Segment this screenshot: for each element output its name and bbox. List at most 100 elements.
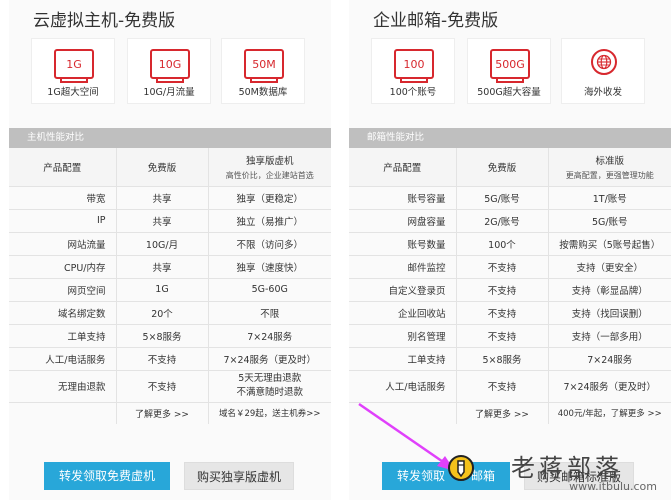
row-label: 工单支持 (9, 324, 117, 348)
standard-value: 支持（一部多用） (548, 324, 671, 348)
row-label: 别名管理 (349, 324, 457, 348)
mail-comparison-table: 产品配置 免费版 标准版 更高配置，更强管理功能 账号容量 5G/账号 1T/账号 网… (349, 148, 671, 424)
virtual-host-panel: 云虚拟主机-免费版 1G 1G超大空间 10G 10G/月流量 50M 50M数… (9, 0, 331, 500)
table-header-row: 产品配置 免费版 标准版 更高配置，更强管理功能 (349, 148, 671, 187)
row-label: 企业回收站 (349, 301, 457, 325)
table-row: 网页空间 1G 5G-60G (9, 278, 331, 302)
free-value: 10G/月 (116, 232, 209, 256)
row-label: 网页空间 (9, 278, 117, 302)
column-header: 产品配置 (9, 148, 117, 187)
standard-value: 按需购买（5账号起售） (548, 232, 671, 256)
table-row: 网站流量 10G/月 不限（访问多） (9, 232, 331, 256)
table-row: 人工/电话服务 不支持 7×24服务（更及时） (349, 370, 671, 403)
row-label: IP (9, 209, 117, 233)
premium-value: 不限 (208, 301, 331, 325)
table-row: 域名绑定数 20个 不限 (9, 301, 331, 325)
row-label: 自定义登录页 (349, 278, 457, 302)
premium-value: 5G-60G (208, 278, 331, 302)
watermark-brand: 老蒋部落 (511, 454, 623, 482)
host-comparison-table: 产品配置 免费版 独享版虚机 高性价比，企业建站首选 带宽 共享 独享（更稳定） IP… (9, 148, 331, 424)
learn-more-link[interactable]: 了解更多 >> (456, 402, 549, 424)
feature-card-capacity: 500G 500G超大容量 (467, 38, 551, 104)
storage-icon: 1G (54, 49, 94, 83)
standard-value: 支持（更安全） (548, 255, 671, 279)
row-label: 人工/电话服务 (9, 347, 117, 371)
free-value: 不支持 (116, 347, 209, 371)
pencil-cursor-icon (448, 455, 474, 481)
standard-value: 7×24服务（更及时） (548, 370, 671, 403)
table-row: CPU/内存 共享 独享（速度快） (9, 255, 331, 279)
table-row: 带宽 共享 独享（更稳定） (9, 186, 331, 210)
table-row: 自定义登录页 不支持 支持（彰显品牌） (349, 278, 671, 302)
row-label: 带宽 (9, 186, 117, 210)
premium-value: 7×24服务 (208, 324, 331, 348)
traffic-icon: 10G (150, 49, 190, 83)
row-label: 无理由退款 (9, 370, 117, 403)
free-value: 共享 (116, 209, 209, 233)
column-header: 独享版虚机 高性价比，企业建站首选 (208, 148, 331, 187)
refund-value: 5天无理由退款 不满意随时退款 (208, 370, 331, 403)
free-value: 不支持 (456, 278, 549, 302)
table-row: IP 共享 独立（易推广） (9, 209, 331, 233)
row-label: 账号容量 (349, 186, 457, 210)
feature-card-database: 50M 50M数据库 (221, 38, 305, 104)
premium-value: 不限（访问多） (208, 232, 331, 256)
standard-value: 7×24服务 (548, 347, 671, 371)
enterprise-mail-panel: 企业邮箱-免费版 100 100个账号 500G 500G超大容量 海外收发 邮… (349, 0, 671, 500)
mail-promo-link[interactable]: 400元/年起，了解更多 >> (548, 402, 671, 424)
get-free-mail-button[interactable]: 转发领取 邮箱 (382, 462, 510, 490)
free-value: 不支持 (456, 255, 549, 279)
table-row: 邮件监控 不支持 支持（更安全） (349, 255, 671, 279)
standard-value: 支持（找回误删） (548, 301, 671, 325)
table-row-refund: 无理由退款 不支持 5天无理由退款 不满意随时退款 (9, 370, 331, 403)
table-row: 企业回收站 不支持 支持（找回误删） (349, 301, 671, 325)
free-value: 100个 (456, 232, 549, 256)
feature-card-space: 1G 1G超大空间 (31, 38, 115, 104)
table-title: 邮箱性能对比 (349, 128, 671, 148)
table-footer-row: 了解更多 >> 域名￥29起，送主机券>> (9, 402, 331, 424)
buy-premium-host-button[interactable]: 购买独享版虚机 (184, 462, 294, 490)
table-row: 账号数量 100个 按需购买（5账号起售） (349, 232, 671, 256)
get-free-host-button[interactable]: 转发领取免费虚机 (44, 462, 170, 490)
feature-caption: 50M数据库 (238, 87, 288, 98)
row-label: 账号数量 (349, 232, 457, 256)
free-value: 1G (116, 278, 209, 302)
premium-value: 7×24服务（更及时） (208, 347, 331, 371)
table-row: 账号容量 5G/账号 1T/账号 (349, 186, 671, 210)
domain-promo-link[interactable]: 域名￥29起，送主机券>> (208, 402, 331, 424)
free-value: 不支持 (116, 370, 209, 403)
feature-caption: 1G超大空间 (47, 87, 99, 98)
free-value: 共享 (116, 255, 209, 279)
column-header-subtitle: 高性价比，企业建站首选 (225, 170, 314, 180)
free-value: 共享 (116, 186, 209, 210)
table-row: 人工/电话服务 不支持 7×24服务（更及时） (9, 347, 331, 371)
free-value: 5×8服务 (456, 347, 549, 371)
feature-caption: 100个账号 (389, 87, 437, 98)
feature-card-traffic: 10G 10G/月流量 (127, 38, 211, 104)
feature-card-accounts: 100 100个账号 (371, 38, 455, 104)
feature-caption: 海外收发 (583, 87, 622, 98)
accounts-icon: 100 (394, 49, 434, 83)
table-footer-row: 了解更多 >> 400元/年起，了解更多 >> (349, 402, 671, 424)
database-icon: 50M (244, 49, 284, 83)
panel-title: 企业邮箱-免费版 (373, 11, 499, 31)
standard-value: 1T/账号 (548, 186, 671, 210)
free-value: 5G/账号 (456, 186, 549, 210)
feature-caption: 500G超大容量 (477, 87, 541, 98)
row-label: 人工/电话服务 (349, 370, 457, 403)
table-row: 工单支持 5×8服务 7×24服务 (349, 347, 671, 371)
column-header: 免费版 (116, 148, 209, 187)
standard-value: 5G/账号 (548, 209, 671, 233)
premium-value: 独立（易推广） (208, 209, 331, 233)
table-row: 工单支持 5×8服务 7×24服务 (9, 324, 331, 348)
premium-value: 独享（更稳定） (208, 186, 331, 210)
free-value: 不支持 (456, 301, 549, 325)
panel-title: 云虚拟主机-免费版 (33, 11, 176, 31)
free-value: 不支持 (456, 370, 549, 403)
globe-icon (591, 49, 617, 75)
table-row: 别名管理 不支持 支持（一部多用） (349, 324, 671, 348)
feature-caption: 10G/月流量 (143, 87, 195, 98)
learn-more-link[interactable]: 了解更多 >> (116, 402, 209, 424)
column-header: 免费版 (456, 148, 549, 187)
row-label: CPU/内存 (9, 255, 117, 279)
